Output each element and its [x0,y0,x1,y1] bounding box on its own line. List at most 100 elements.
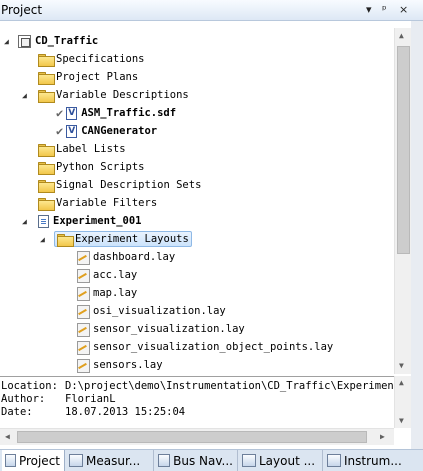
tree-item-label: Experiment Layouts [75,233,189,245]
property-value: D:\project\demo\Instrumentation\CD_Traff… [65,380,394,392]
property-key: Location: [1,380,58,392]
tree-item-can-generator[interactable]: ✔ V CANGenerator [56,122,157,140]
open-folder-icon [57,233,74,247]
tree-item-layout[interactable]: map.lay [76,284,137,302]
tree-item-label: Python Scripts [56,161,145,173]
tree-item-label: sensor_visualization_object_points.lay [93,341,334,353]
tree-vertical-scrollbar[interactable]: ▲ ▼ [394,28,411,374]
collapse-icon[interactable]: ◢ [40,235,49,244]
tree-item-label: Variable Descriptions [56,89,189,101]
layout-file-icon [76,358,90,373]
scroll-up-icon[interactable]: ▲ [399,31,404,40]
tree-item-label: sensors.lay [93,359,163,371]
tree-item-label: Signal Description Sets [56,179,202,191]
variable-file-icon: V [66,124,78,138]
close-icon[interactable]: × [399,3,408,16]
folder-icon [38,161,55,175]
tree-item-layout[interactable]: osi_visualization.lay [76,302,226,320]
tree-item-label: CANGenerator [81,125,158,137]
folder-icon [38,71,55,85]
collapse-icon[interactable]: ◢ [22,91,31,100]
tree-item-root[interactable]: ◢ CD_Traffic [4,32,98,50]
tree-item-variable-descriptions[interactable]: ◢ Variable Descriptions [22,86,189,104]
collapse-icon[interactable]: ◢ [4,37,13,46]
tab-label: Layout ... [259,453,316,468]
tree-item-label: Variable Filters [56,197,158,209]
tab-bus-navigator[interactable]: Bus Nav... [155,450,238,471]
tree-item-label: ASM_Traffic.sdf [81,107,177,119]
scroll-right-icon[interactable]: ▶ [380,432,385,441]
tree-item-asm-traffic[interactable]: ✔ V ASM_Traffic.sdf [56,104,176,122]
scroll-up-icon[interactable]: ▲ [399,378,404,387]
tree-item-variable-filters[interactable]: Variable Filters [38,194,157,212]
tab-label: Project [18,453,60,468]
tree-item-layout[interactable]: dashboard.lay [76,248,175,266]
tree-item-label: osi_visualization.lay [93,305,226,317]
folder-icon [38,53,55,67]
scroll-left-icon[interactable]: ◀ [5,432,10,441]
scroll-down-icon[interactable]: ▼ [399,416,404,425]
selection-highlight: Experiment Layouts [54,231,192,247]
layout-file-icon [76,268,90,283]
tab-label: Measur... [86,453,141,468]
tree-item-specifications[interactable]: Specifications [38,50,145,68]
project-tab-icon [5,454,16,467]
project-tree[interactable]: ◢ CD_Traffic Specifications Project Plan… [0,28,394,374]
tab-label: Bus Nav... [173,453,233,468]
tree-item-layout[interactable]: sensors.lay [76,356,163,374]
scrollbar-thumb[interactable] [397,46,410,254]
properties-horizontal-scrollbar[interactable]: ◀ ▶ [0,428,394,445]
folder-icon [38,143,55,157]
tree-item-layout[interactable]: sensor_visualization_object_points.lay [76,338,333,356]
property-key: Author: [1,393,46,405]
panel-right-edge [411,21,423,449]
tab-project[interactable]: Project [2,450,65,471]
tab-layout[interactable]: Layout ... [239,450,323,471]
tree-item-label: Experiment_001 [53,215,142,227]
property-key: Date: [1,406,33,418]
tree-item-experiment-layouts[interactable]: ◢ Experiment Layouts [40,230,192,248]
tree-item-label: acc.lay [93,269,138,281]
tab-measurement[interactable]: Measur... [66,450,154,471]
tree-item-signal-description-sets[interactable]: Signal Description Sets [38,176,201,194]
panel-title: Project [1,3,43,17]
folder-icon [38,89,55,103]
layout-file-icon [76,286,90,301]
layout-file-icon [76,322,90,337]
property-value: 18.07.2013 15:25:04 [65,406,186,418]
check-icon: ✔ [56,106,64,120]
pin-icon[interactable]: ᵖ [382,3,387,16]
measurement-tab-icon [69,454,83,467]
property-value: FlorianL [65,393,116,405]
tree-item-label-lists[interactable]: Label Lists [38,140,126,158]
layout-file-icon [76,304,90,319]
properties-vertical-scrollbar[interactable]: ▲ ▼ [394,376,411,428]
layout-tab-icon [242,454,256,467]
tree-item-label: sensor_visualization.lay [93,323,245,335]
collapse-icon[interactable]: ◢ [22,217,31,226]
tree-item-label: dashboard.lay [93,251,176,263]
check-icon: ✔ [56,124,64,138]
variable-file-icon: V [66,106,78,120]
tab-label: Instrum... [344,453,402,468]
layout-file-icon [76,340,90,355]
scroll-down-icon[interactable]: ▼ [399,361,404,370]
bus-navigator-tab-icon [158,454,171,467]
tree-item-layout[interactable]: acc.lay [76,266,137,284]
instrumentation-tab-icon [327,454,341,467]
tree-item-python-scripts[interactable]: Python Scripts [38,158,145,176]
experiment-icon [38,214,49,228]
tree-item-layout[interactable]: sensor_visualization.lay [76,320,245,338]
folder-icon [38,197,55,211]
bottom-tab-bar: Project Measur... Bus Nav... Layout ... … [0,449,423,471]
tab-instrumentation[interactable]: Instrum... [324,450,421,471]
folder-icon [38,179,55,193]
panel-titlebar: Project ▾ ᵖ × [0,0,423,21]
tree-item-label: map.lay [93,287,138,299]
tree-item-label: Project Plans [56,71,139,83]
tree-item-label: CD_Traffic [35,35,99,47]
tree-item-project-plans[interactable]: Project Plans [38,68,138,86]
tree-item-experiment[interactable]: ◢ Experiment_001 [22,212,142,230]
dropdown-icon[interactable]: ▾ [366,3,372,16]
scrollbar-thumb[interactable] [17,431,367,443]
